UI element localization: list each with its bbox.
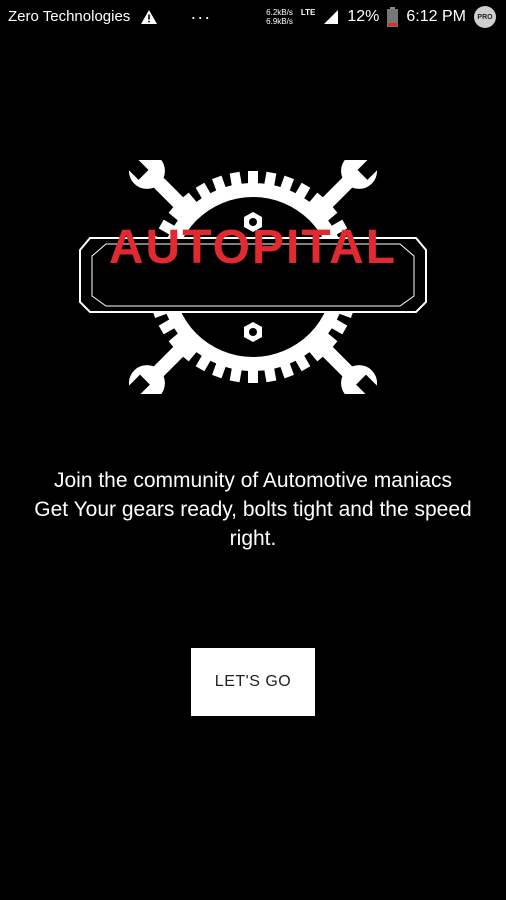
app-logo: AUTOPITAL xyxy=(70,152,436,402)
status-right: 6.2kB/s 6.9kB/s LTE 12% 6:12 PM PRO xyxy=(266,6,496,28)
tagline-line-2: Get Your gears ready, bolts tight and th… xyxy=(34,498,472,550)
battery-percent: 12% xyxy=(347,8,380,25)
brand-name: AUTOPITAL xyxy=(108,221,398,274)
status-bar: Zero Technologies ··· 6.2kB/s 6.9kB/s LT… xyxy=(0,0,506,36)
status-left: Zero Technologies ··· xyxy=(8,6,212,27)
lets-go-button[interactable]: LET'S GO xyxy=(191,648,315,716)
clock: 6:12 PM xyxy=(406,8,466,25)
gear-wrench-emblem-icon xyxy=(79,152,427,402)
net-down-speed: 6.9kB/s xyxy=(266,17,293,26)
network-speed: 6.2kB/s 6.9kB/s xyxy=(266,8,293,26)
tagline-line-1: Join the community of Automotive maniacs xyxy=(53,469,452,492)
signal-icon xyxy=(324,10,339,24)
warning-icon xyxy=(141,9,158,24)
more-notifications-icon: ··· xyxy=(190,6,212,27)
pro-badge-icon: PRO xyxy=(474,6,496,28)
tagline: Join the community of Automotive maniacs… xyxy=(0,466,506,553)
battery-icon xyxy=(387,7,399,27)
network-type: LTE xyxy=(300,8,316,17)
net-up-speed: 6.2kB/s xyxy=(266,8,293,17)
carrier-name: Zero Technologies xyxy=(8,8,131,25)
